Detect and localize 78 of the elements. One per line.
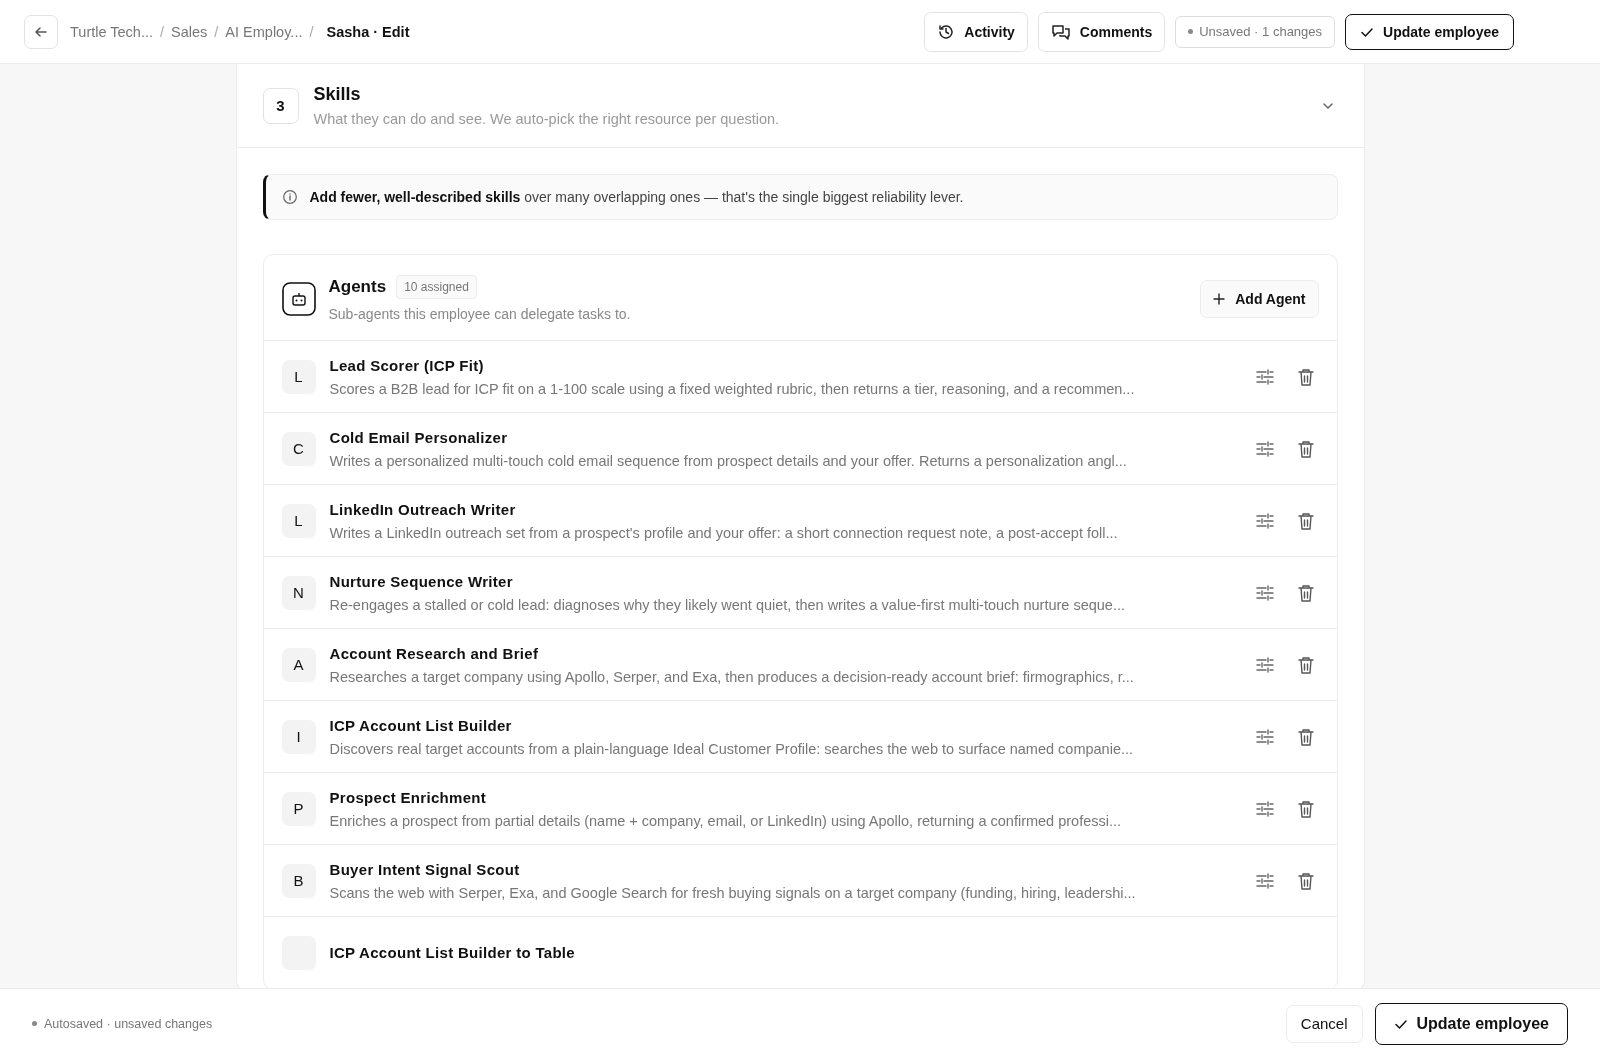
section-title: Skills [313,84,362,105]
agent-name: Prospect Enrichment [329,788,488,806]
agent-avatar: A [281,647,316,682]
agent-avatar: N [281,575,316,610]
settings-sliders-icon[interactable] [1254,654,1275,675]
agent-name: LinkedIn Outreach Writer [329,500,517,518]
agent-description: Discovers real target accounts from a plain-language Ideal Customer Profile: searches the web to surface named companie... [329,740,1135,757]
agent-description: Writes a LinkedIn outreach set from a prospect's profile and your offer: a short connection request note, a post-accept foll... [329,524,1119,541]
agent-description: Scans the web with Serper, Exa, and Google Search for fresh buying signals on a target company (funding, hiring, leadershi... [329,884,1137,901]
breadcrumb-link[interactable]: Turtle Tech... [70,23,153,40]
agent-name: Lead Scorer (ICP Fit) [329,356,485,374]
settings-sliders-icon[interactable] [1254,726,1275,747]
agent-description: Researches a target company using Apollo, Serper, and Exa, then produces a decision-ready account brief: firmographics, r... [329,668,1135,685]
breadcrumb-link[interactable]: AI Employ... [225,23,303,40]
step-number: 3 [262,87,299,124]
history-icon [937,22,956,41]
plus-icon [1213,292,1226,305]
breadcrumb-separator: / [309,23,314,40]
unsaved-status: Unsaved · 1 changes [1175,15,1336,48]
breadcrumb-separator: / [160,23,165,40]
agents-title: Agents [328,277,387,297]
breadcrumb-separator: / [214,23,219,40]
breadcrumb-link[interactable]: Sasha · Edit [326,23,410,40]
breadcrumb-link[interactable]: Sales [171,23,208,40]
back-button[interactable] [24,14,58,49]
agent-avatar: L [281,359,316,394]
trash-icon[interactable] [1296,582,1315,603]
agents-subtitle: Sub-agents this employee can delegate tasks to. [328,306,632,322]
activity-button[interactable]: Activity [924,11,1028,52]
trash-icon[interactable] [1296,366,1315,387]
agent-row[interactable]: I ICP Account List Builder Discovers real target accounts from a plain-language Ideal Customer Profile: searches the web to surface named companie... [263,701,1337,773]
agent-row[interactable]: A Account Research and Brief Researches a target company using Apollo, Serper, and Exa, then produces a decision-ready account brief: firmographics, r... [263,629,1337,701]
update-button[interactable]: Update employee [1374,1002,1568,1045]
agent-description: Scores a B2B lead for ICP fit on a 1-100 scale using a fixed weighted rubric, then returns a tier, reasoning, and a recommen... [329,380,1136,397]
cancel-button[interactable]: Cancel [1285,1004,1363,1043]
settings-sliders-icon[interactable] [1254,438,1275,459]
settings-sliders-icon[interactable] [1254,510,1275,531]
agent-avatar: I [281,719,316,754]
agent-row[interactable]: L Lead Scorer (ICP Fit) Scores a B2B lead for ICP fit on a 1-100 scale using a fixed weighted rubric, then returns a tier, reasoning, and a recommen... [263,341,1337,413]
agent-row[interactable]: P Prospect Enrichment Enriches a prospect from partial details (name + company, email, or LinkedIn) using Apollo, returning a confirmed professi... [263,773,1337,845]
trash-icon[interactable] [1296,438,1315,459]
autosave-status: Autosaved · unsaved changes [32,1016,213,1031]
trash-icon[interactable] [1296,654,1315,675]
tip-text: Add fewer, well-described skills over many overlapping ones — that's the single biggest reliability lever. [309,189,964,205]
trash-icon[interactable] [1296,510,1315,531]
agent-row[interactable]: N Nurture Sequence Writer Re-engages a stalled or cold lead: diagnoses why they likely went quiet, then writes a value-first multi-touch nurture seque... [263,557,1337,629]
chat-bubbles-icon [1050,22,1071,41]
agent-name: Nurture Sequence Writer [329,572,514,590]
agent-description: Enriches a prospect from partial details (name + company, email, or LinkedIn) using Apollo, returning a confirmed professi... [329,812,1123,829]
settings-sliders-icon[interactable] [1254,366,1275,387]
assigned-count-badge: 10 assigned [396,275,477,299]
arrow-left-icon [34,24,48,39]
info-icon [281,189,298,205]
agent-avatar: C [281,431,316,466]
trash-icon[interactable] [1296,726,1315,747]
settings-sliders-icon[interactable] [1254,798,1275,819]
trash-icon[interactable] [1296,798,1315,819]
agent-name: ICP Account List Builder [329,716,513,734]
agent-name: Account Research and Brief [329,644,540,662]
agent-name: ICP Account List Builder to Table [329,944,576,961]
agent-name: Cold Email Personalizer [329,428,509,446]
agent-description: Re-engages a stalled or cold lead: diagnoses why they likely went quiet, then writes a value-first multi-touch nurture seque... [329,596,1126,613]
agent-avatar: B [281,863,316,898]
settings-sliders-icon[interactable] [1254,582,1275,603]
update-button[interactable]: Update employee [1345,13,1514,50]
agent-avatar: P [281,791,316,826]
agent-row[interactable]: L LinkedIn Outreach Writer Writes a LinkedIn outreach set from a prospect's profile and your offer: a short connection request note, a post-accept foll... [263,485,1337,557]
agent-row[interactable]: B Buyer Intent Signal Scout Scans the web with Serper, Exa, and Google Search for fresh buying signals on a target company (funding, hiring, leadershi... [263,845,1337,917]
add-agent-button[interactable]: Add Agent [1200,279,1319,318]
agent-row[interactable]: C Cold Email Personalizer Writes a personalized multi-touch cold email sequence from prospect details and your offer. Returns a personalization angl... [263,413,1337,485]
robot-icon [281,281,316,316]
agent-avatar: L [281,503,316,538]
comments-button[interactable]: Comments [1037,11,1166,52]
agent-name: Buyer Intent Signal Scout [329,860,521,878]
agent-description: Writes a personalized multi-touch cold email sequence from prospect details and your offer. Returns a personalization angl... [329,452,1128,469]
settings-sliders-icon[interactable] [1254,870,1275,891]
trash-icon[interactable] [1296,870,1315,891]
section-subtitle: What they can do and see. We auto-pick the right resource per question. [313,111,781,127]
